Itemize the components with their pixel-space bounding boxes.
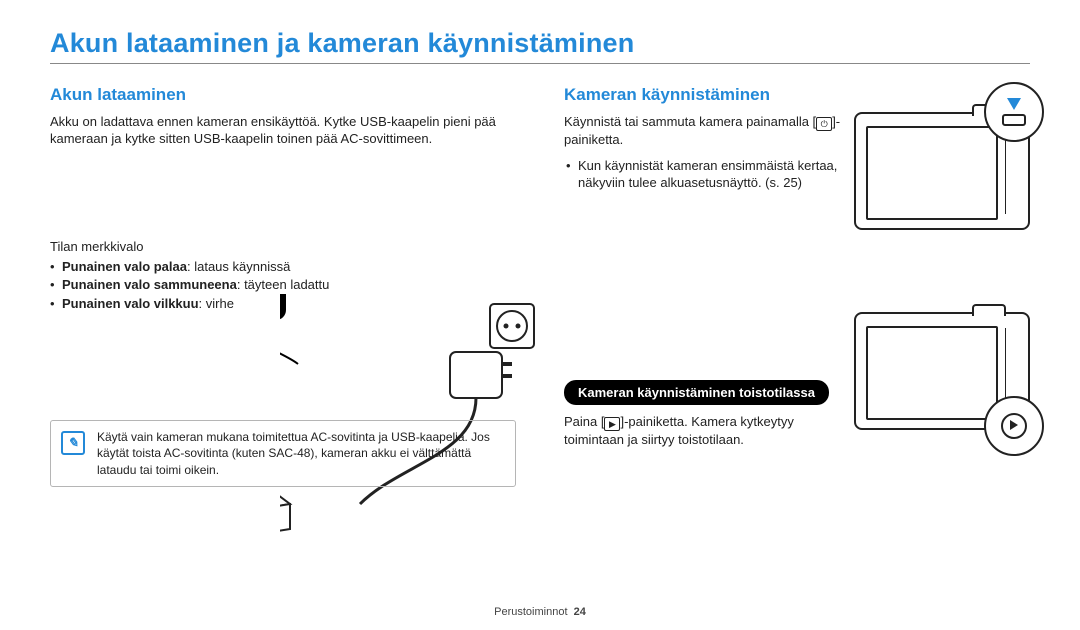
- note-box: ✎ Käytä vain kameran mukana toimitettua …: [50, 420, 516, 487]
- title-rule: [50, 63, 1030, 64]
- right-p1: Käynnistä tai sammuta kamera painamalla …: [564, 113, 844, 149]
- play-icon: ▶: [604, 417, 620, 431]
- left-column: Akun lataaminen Akku on ladattava ennen …: [50, 84, 516, 487]
- camera-illustration-power: [854, 112, 1030, 230]
- status-label: Tilan merkkivalo: [50, 238, 516, 256]
- status-3-bold: Punainen valo vilkkuu: [62, 296, 199, 311]
- right-bullet: Kun käynnistät kameran ensimmäistä kerta…: [564, 157, 868, 192]
- status-item-2: Punainen valo sammuneena: täyteen ladatt…: [50, 276, 516, 294]
- footer-label: Perustoiminnot: [494, 606, 567, 618]
- right-p1a: Käynnistä tai sammuta kamera painamalla …: [564, 114, 816, 129]
- right-p2a: Paina [: [564, 414, 604, 429]
- note-icon: ✎: [61, 431, 85, 455]
- camera-illustration-play: [854, 312, 1030, 430]
- status-2-bold: Punainen valo sammuneena: [62, 277, 237, 292]
- right-p2: Paina [▶]-painiketta. Kamera kytkeytyy t…: [564, 413, 854, 449]
- power-icon: ⏻: [816, 117, 832, 131]
- right-heading: Kameran käynnistäminen: [564, 84, 1030, 107]
- status-1-tail: : lataus käynnissä: [187, 259, 290, 274]
- footer-page: 24: [574, 606, 586, 618]
- page-footer: Perustoiminnot 24: [0, 606, 1080, 618]
- left-heading: Akun lataaminen: [50, 84, 516, 107]
- arrow-down-icon: [1007, 98, 1021, 110]
- charging-illustration: [280, 294, 550, 544]
- status-item-1: Punainen valo palaa: lataus käynnissä: [50, 258, 516, 276]
- page-title: Akun lataaminen ja kameran käynnistämine…: [50, 28, 1030, 59]
- left-intro: Akku on ladattava ennen kameran ensikäyt…: [50, 113, 516, 148]
- note-text: Käytä vain kameran mukana toimitettua AC…: [97, 430, 490, 476]
- play-button-icon: [1001, 413, 1027, 439]
- right-bullet-text: Kun käynnistät kameran ensimmäistä kerta…: [578, 158, 837, 191]
- power-button-callout: [984, 82, 1044, 142]
- columns: Akun lataaminen Akku on ladattava ennen …: [50, 84, 1030, 487]
- status-3-tail: : virhe: [199, 296, 234, 311]
- status-1-bold: Punainen valo palaa: [62, 259, 187, 274]
- play-button-callout: [984, 396, 1044, 456]
- right-column: Kameran käynnistäminen Käynnistä tai sam…: [564, 84, 1030, 487]
- playback-heading-pill: Kameran käynnistäminen toistotilassa: [564, 380, 829, 406]
- status-2-tail: : täyteen ladattu: [237, 277, 330, 292]
